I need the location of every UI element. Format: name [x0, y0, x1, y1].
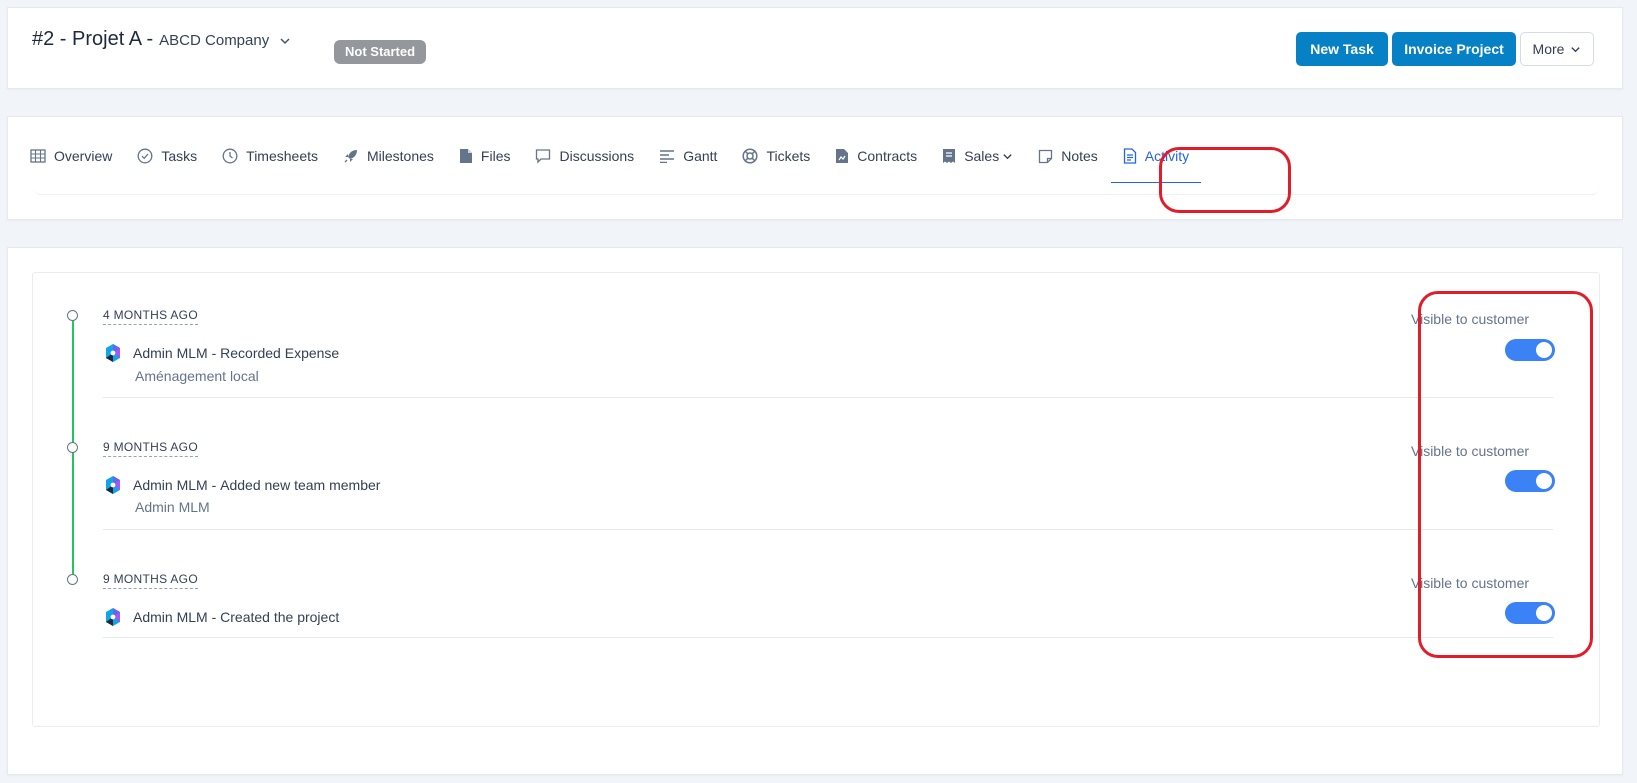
activity-action: Added new team member	[220, 477, 381, 493]
project-title: #2 - Projet A -	[32, 28, 154, 50]
tab-tickets[interactable]: Tickets	[742, 139, 810, 173]
timeline-dot	[67, 574, 78, 585]
timeline-dot	[67, 442, 78, 453]
check-circle-icon	[137, 148, 153, 164]
tab-label: Sales	[964, 148, 1000, 164]
rocket-icon	[344, 150, 357, 163]
tab-label: Overview	[54, 148, 113, 164]
activity-time: 9 MONTHS AGO	[103, 440, 198, 457]
project-tabs-card: Overview Tasks Timesheets Milestones Fil…	[7, 116, 1623, 220]
divider	[103, 637, 1553, 638]
avatar	[106, 476, 120, 494]
chat-icon	[536, 149, 551, 164]
activity-user: Admin MLM	[133, 609, 208, 625]
receipt-icon	[943, 149, 956, 163]
activity-separator: -	[207, 345, 221, 361]
tab-notes[interactable]: Notes	[1038, 139, 1098, 173]
tab-label: Tasks	[161, 148, 198, 164]
more-dropdown-button[interactable]: More	[1520, 32, 1594, 66]
visible-to-customer-label: Visible to customer	[1411, 311, 1530, 327]
grid-icon	[30, 149, 46, 163]
activity-detail: Aménagement local	[135, 368, 259, 384]
activity-item: 9 MONTHS AGO Admin MLM - Created the pro…	[33, 537, 1555, 667]
visible-to-customer-label: Visible to customer	[1411, 443, 1530, 459]
tab-tasks[interactable]: Tasks	[137, 139, 197, 173]
activity-action: Created the project	[220, 609, 340, 625]
activity-detail: Admin MLM	[135, 499, 210, 515]
activity-item: 9 MONTHS AGO Admin MLM - Added new team …	[33, 405, 1555, 535]
tab-label: Milestones	[367, 148, 434, 164]
tab-overview[interactable]: Overview	[30, 139, 112, 173]
tab-files[interactable]: Files	[459, 139, 511, 173]
project-title-block: #2 - Projet A - ABCD Company	[32, 28, 291, 51]
tab-gantt[interactable]: Gantt	[659, 139, 717, 173]
align-left-icon	[660, 150, 675, 163]
more-label: More	[1532, 41, 1565, 57]
project-tabs: Overview Tasks Timesheets Milestones Fil…	[30, 139, 1214, 183]
life-ring-icon	[742, 148, 758, 164]
divider	[103, 529, 1553, 530]
tab-label: Timesheets	[246, 148, 318, 164]
document-icon	[1123, 148, 1136, 164]
tab-label: Tickets	[766, 148, 811, 164]
tab-label: Activity	[1144, 148, 1190, 164]
activity-action: Recorded Expense	[220, 345, 340, 361]
tab-label: Gantt	[683, 148, 718, 164]
avatar	[106, 344, 120, 362]
activity-card: 4 MONTHS AGO Admin MLM - Recorded Expens…	[7, 247, 1623, 775]
project-header: #2 - Projet A - ABCD Company Not Started…	[7, 7, 1623, 89]
tab-sales[interactable]: Sales	[942, 139, 1013, 173]
activity-time: 4 MONTHS AGO	[103, 308, 198, 325]
tab-label: Discussions	[559, 148, 635, 164]
invoice-project-button[interactable]: Invoice Project	[1392, 32, 1516, 66]
new-task-button[interactable]: New Task	[1296, 32, 1388, 66]
chevron-down-icon	[1003, 153, 1012, 159]
tab-label: Contracts	[857, 148, 918, 164]
contract-icon	[836, 149, 849, 163]
divider	[103, 397, 1553, 398]
status-badge: Not Started	[334, 40, 427, 64]
visible-to-customer-toggle[interactable]	[1505, 339, 1555, 361]
tab-timesheets[interactable]: Timesheets	[222, 139, 318, 173]
toggle-knob	[1536, 342, 1552, 358]
tab-contracts[interactable]: Contracts	[835, 139, 917, 173]
toggle-knob	[1536, 605, 1552, 621]
activity-summary: Admin MLM - Recorded Expense	[103, 343, 339, 363]
tab-milestones[interactable]: Milestones	[343, 139, 434, 173]
tab-label: Files	[480, 148, 511, 164]
file-icon	[459, 149, 472, 163]
chevron-down-icon	[1571, 46, 1581, 52]
avatar	[106, 608, 120, 626]
activity-summary: Admin MLM - Created the project	[103, 607, 339, 627]
chevron-down-icon	[280, 38, 290, 45]
sticky-note-icon	[1039, 149, 1053, 163]
activity-timeline: 4 MONTHS AGO Admin MLM - Recorded Expens…	[32, 272, 1600, 727]
toggle-knob	[1536, 473, 1552, 489]
activity-time: 9 MONTHS AGO	[103, 572, 198, 589]
company-name: ABCD Company	[159, 32, 270, 49]
visible-to-customer-toggle[interactable]	[1505, 602, 1555, 624]
clock-icon	[222, 148, 238, 164]
activity-user: Admin MLM	[133, 477, 208, 493]
tab-activity[interactable]: Activity	[1110, 139, 1202, 183]
activity-separator: -	[207, 609, 221, 625]
timeline-dot	[67, 310, 78, 321]
activity-summary: Admin MLM - Added new team member	[103, 475, 380, 495]
activity-item: 4 MONTHS AGO Admin MLM - Recorded Expens…	[33, 273, 1555, 403]
company-selector[interactable]: ABCD Company	[159, 32, 291, 49]
visible-to-customer-toggle[interactable]	[1505, 470, 1555, 492]
tab-discussions[interactable]: Discussions	[535, 139, 634, 173]
tab-label: Notes	[1061, 148, 1098, 164]
activity-user: Admin MLM	[133, 345, 208, 361]
visible-to-customer-label: Visible to customer	[1411, 575, 1530, 591]
activity-separator: -	[207, 477, 221, 493]
